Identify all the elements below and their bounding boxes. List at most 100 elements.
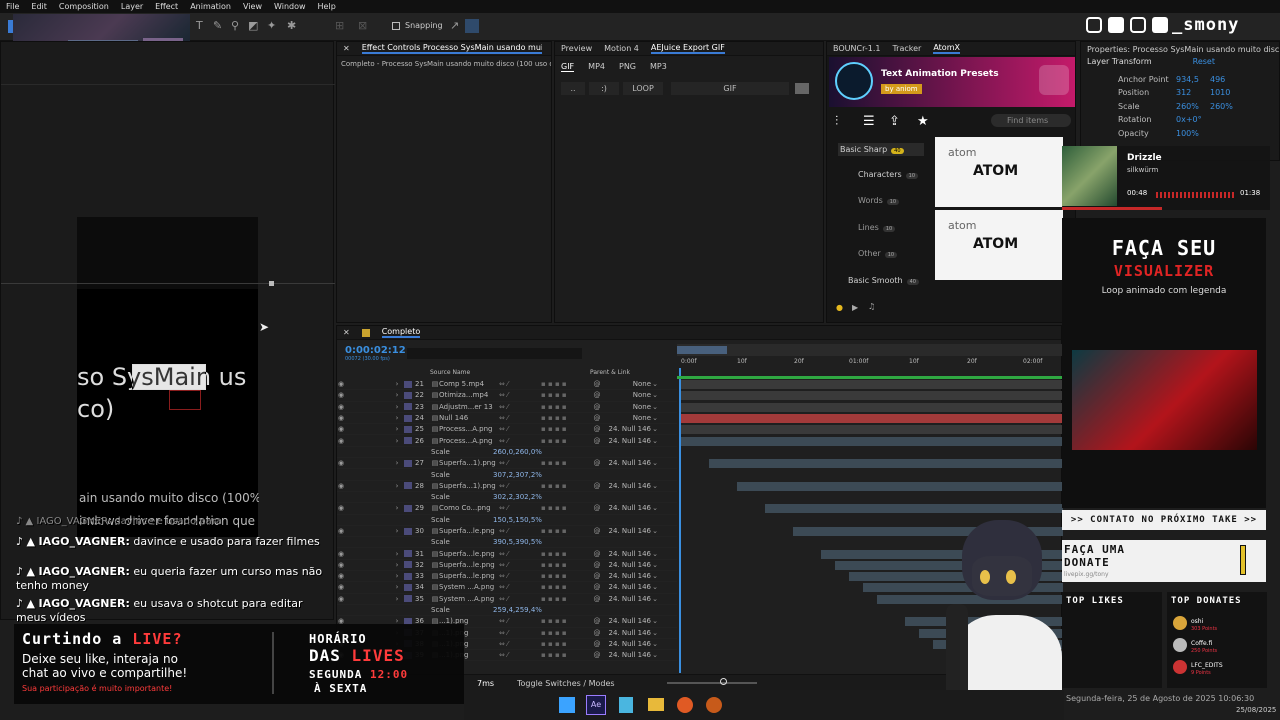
reset-button[interactable]: Reset [1193, 57, 1215, 66]
switches[interactable]: ⇔ ⁄ [499, 403, 541, 411]
list-icon[interactable]: ☰ [863, 114, 875, 129]
property-row[interactable]: Scale 302,2,302,2% [337, 492, 677, 504]
switches[interactable]: ⇔ ⁄ [499, 572, 541, 580]
layer-duration-bar[interactable] [737, 481, 1063, 491]
timeline-search-input[interactable] [407, 348, 582, 359]
chevron-down-icon[interactable]: ⌄ [651, 504, 659, 512]
puppet-pin-icon[interactable]: ✱ [287, 19, 296, 32]
property-value[interactable]: 307,2,307,2% [493, 471, 557, 479]
current-time[interactable]: 0:00:02:12 [345, 345, 406, 356]
label-color[interactable] [404, 403, 412, 411]
parent-select[interactable]: 24. Null 146 [601, 425, 651, 433]
parent-select[interactable]: 24. Null 146 [601, 583, 651, 591]
layer-row[interactable]: ◉ › 28 ▤ Superfa...1).png ⇔ ⁄ ▪ ▪ ▪ ▪ @24. Null… [337, 481, 677, 492]
category-other[interactable]: Other 10 [858, 249, 898, 258]
loop-button[interactable]: LOOP [623, 82, 663, 95]
eye-icon[interactable]: ◉ [337, 527, 345, 535]
layer-duration-bar[interactable] [681, 436, 1063, 446]
category-words[interactable]: Words 10 [858, 196, 900, 205]
preset-card[interactable]: atom ATOM [935, 137, 1063, 207]
switch-boxes[interactable]: ▪ ▪ ▪ ▪ [541, 414, 593, 422]
preset-card[interactable]: atom ATOM [935, 210, 1063, 280]
category-basic-smooth[interactable]: Basic Smooth 40 [848, 276, 919, 285]
parent-select[interactable]: 24. Null 146 [601, 640, 651, 648]
menu-composition[interactable]: Composition [59, 2, 109, 11]
menu-layer[interactable]: Layer [121, 2, 143, 11]
timeline-comp-tab[interactable]: Completo [381, 327, 421, 338]
eye-icon[interactable]: ◉ [337, 561, 345, 569]
menu-file[interactable]: File [6, 2, 19, 11]
parent-select[interactable]: 24. Null 146 [601, 572, 651, 580]
switch-boxes[interactable]: ▪ ▪ ▪ ▪ [541, 459, 593, 467]
pickwhip-icon[interactable]: @ [593, 459, 601, 467]
eye-icon[interactable]: ◉ [337, 380, 345, 388]
smile-button[interactable]: :) [589, 82, 619, 95]
browse-button[interactable]: .. [561, 82, 585, 95]
layer-row[interactable]: ◉ › 24 ▤ Null 146 ⇔ ⁄ ▪ ▪ ▪ ▪ @ None ⌄ [337, 413, 677, 425]
parent-select[interactable]: None [601, 380, 651, 388]
label-color[interactable] [404, 459, 412, 467]
after-effects-icon[interactable]: Ae [586, 695, 606, 715]
layer-source-name[interactable]: Process...A.png [439, 425, 499, 433]
chevron-down-icon[interactable]: ⌄ [651, 595, 659, 603]
eraser-icon[interactable]: ◩ [248, 19, 258, 32]
label-color[interactable] [404, 550, 412, 558]
property-row[interactable]: Scale 260,0,260,0% [337, 447, 677, 459]
search-input[interactable]: Find items [991, 114, 1071, 127]
property-row[interactable]: Scale 259,4,259,4% [337, 605, 677, 617]
layer-source-name[interactable]: Superfa...le.png [439, 550, 499, 558]
property-row[interactable]: Scale 390,5,390,5% [337, 537, 677, 549]
pickwhip-icon[interactable]: @ [593, 550, 601, 558]
layer-source-name[interactable]: Superfa...le.png [439, 561, 499, 569]
eye-icon[interactable]: ◉ [337, 504, 345, 512]
eye-icon[interactable]: ◉ [337, 403, 345, 411]
property-value[interactable]: 150,5,150,5% [493, 516, 557, 524]
folder-icon[interactable] [795, 83, 809, 94]
chevron-down-icon[interactable]: ⌄ [651, 617, 659, 625]
chevron-down-icon[interactable]: ⌄ [651, 459, 659, 467]
pen-tool-icon[interactable]: ✎ [213, 19, 222, 32]
switches[interactable]: ⇔ ⁄ [499, 550, 541, 558]
chevron-down-icon[interactable]: ⌄ [651, 561, 659, 569]
clone-stamp-icon[interactable]: ⚲ [231, 19, 239, 32]
pickwhip-icon[interactable]: @ [593, 572, 601, 580]
switch-boxes[interactable]: ▪ ▪ ▪ ▪ [541, 617, 593, 625]
switches[interactable]: ⇔ ⁄ [499, 380, 541, 388]
time-ruler[interactable]: 0:00f 10f 20f 01:00f 10f 20f 02:00f [677, 356, 1063, 368]
switches[interactable]: ⇔ ⁄ [499, 640, 541, 648]
layer-duration-bar[interactable] [765, 504, 1063, 514]
snapping-checkbox[interactable] [392, 22, 400, 30]
pickwhip-icon[interactable]: @ [593, 482, 601, 490]
windows-start-icon[interactable] [559, 697, 575, 713]
eye-icon[interactable]: ◉ [337, 572, 345, 580]
layer-row[interactable]: ◉ › 25 ▤ Process...A.png ⇔ ⁄ ▪ ▪ ▪ ▪ @24. Null … [337, 424, 677, 436]
parent-select[interactable]: 24. Null 146 [601, 459, 651, 467]
eye-icon[interactable]: ◉ [337, 583, 345, 591]
switches[interactable]: ⇔ ⁄ [499, 482, 541, 490]
switches[interactable]: ⇔ ⁄ [499, 629, 541, 637]
switches[interactable]: ⇔ ⁄ [499, 617, 541, 625]
pickwhip-icon[interactable]: @ [593, 504, 601, 512]
menu-effect[interactable]: Effect [155, 2, 178, 11]
expand-icon[interactable]: › [393, 561, 401, 569]
menu-animation[interactable]: Animation [190, 2, 231, 11]
aejuice-export-panel[interactable]: Preview Motion 4 AEJuice Export GIF GIF … [554, 41, 824, 323]
expand-icon[interactable]: › [393, 572, 401, 580]
prop-value[interactable]: 0x+0° [1176, 115, 1202, 124]
parent-select[interactable]: 24. Null 146 [601, 617, 651, 625]
pickwhip-icon[interactable]: @ [593, 561, 601, 569]
expand-icon[interactable]: › [393, 595, 401, 603]
tab-bouncr[interactable]: BOUNCr-1.1 [833, 44, 880, 53]
eye-icon[interactable]: ◉ [337, 482, 345, 490]
chevron-down-icon[interactable]: ⌄ [651, 437, 659, 445]
layer-source-name[interactable]: Superfa...le.png [439, 527, 499, 535]
menu-help[interactable]: Help [318, 2, 336, 11]
chevron-down-icon[interactable]: ⌄ [651, 527, 659, 535]
tab-preview[interactable]: Preview [561, 44, 592, 53]
music-icon[interactable]: ♫ [868, 302, 875, 311]
align-icon[interactable]: ⊞ [335, 19, 344, 32]
pickwhip-icon[interactable]: @ [593, 595, 601, 603]
layer-source-name[interactable]: Como Co...png [439, 504, 499, 512]
pickwhip-icon[interactable]: @ [593, 403, 601, 411]
layer-source-name[interactable]: Process...A.png [439, 437, 499, 445]
